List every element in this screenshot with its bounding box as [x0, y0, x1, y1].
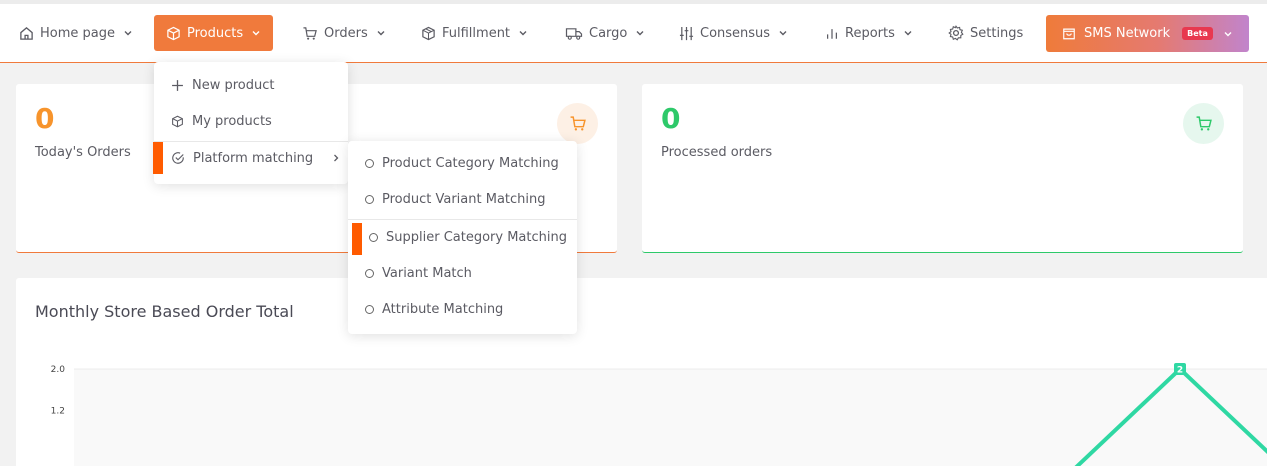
- submenu-item-product-category-matching[interactable]: Product Category Matching: [365, 154, 559, 172]
- codesandbox-icon: [422, 26, 435, 40]
- nav-fulfillment[interactable]: Fulfillment: [421, 14, 528, 52]
- nav-home-label: Home page: [40, 25, 115, 41]
- plus-icon: [172, 79, 183, 91]
- submenu-label: Product Category Matching: [382, 155, 559, 171]
- menu-item-platform-matching[interactable]: Platform matching: [171, 149, 341, 167]
- processed-orders-label: Processed orders: [661, 145, 773, 160]
- gear-icon: [948, 25, 964, 41]
- chevron-down-icon: [124, 31, 132, 36]
- todays-orders-label: Today's Orders: [35, 145, 131, 160]
- cart-icon: [1183, 103, 1224, 144]
- beta-badge: Beta: [1182, 27, 1213, 40]
- chevron-down-icon: [252, 31, 260, 36]
- processed-orders-card: 0 Processed orders: [642, 84, 1243, 253]
- my-products-label: My products: [192, 113, 272, 129]
- bar-chart-icon: [827, 28, 837, 39]
- circle-icon: [365, 268, 374, 278]
- top-navigation: Home page Products Orders Fulfillment Ca…: [0, 0, 1267, 63]
- circle-icon: [369, 232, 378, 242]
- sms-network-label: SMS Network: [1084, 26, 1171, 41]
- box-icon: [172, 115, 183, 127]
- sms-network-button[interactable]: SMS Network Beta: [1046, 15, 1249, 52]
- chevron-down-icon: [377, 31, 385, 36]
- submenu-item-variant-match[interactable]: Variant Match: [365, 264, 472, 282]
- truck-icon: [565, 27, 583, 40]
- shopping-bag-icon: [1063, 28, 1075, 40]
- submenu-divider: [348, 219, 577, 220]
- nav-products[interactable]: Products: [154, 15, 274, 51]
- submenu-label: Variant Match: [382, 265, 472, 281]
- submenu-item-supplier-category-matching[interactable]: Supplier Category Matching: [369, 228, 567, 246]
- circle-icon: [365, 158, 374, 168]
- sliders-icon: [679, 26, 694, 40]
- y-tick-label: 2.0: [51, 365, 66, 375]
- box-icon: [167, 26, 180, 40]
- chevron-right-icon: [334, 154, 339, 162]
- menu-item-my-products[interactable]: My products: [171, 112, 272, 130]
- nav-products-label: Products: [187, 25, 244, 41]
- chevron-down-icon: [1224, 31, 1232, 36]
- circle-icon: [365, 304, 374, 314]
- svg-text:2: 2: [1177, 366, 1183, 376]
- check-circle-icon: [172, 152, 184, 164]
- submenu-label: Attribute Matching: [382, 301, 504, 317]
- chevron-down-icon: [779, 31, 787, 36]
- products-dropdown-menu: New product My products Platform matchin…: [153, 62, 348, 184]
- submenu-item-attribute-matching[interactable]: Attribute Matching: [365, 300, 503, 318]
- new-product-label: New product: [192, 77, 275, 93]
- chevron-down-icon: [636, 31, 644, 36]
- y-tick-label: 1.2: [51, 407, 65, 417]
- nav-settings[interactable]: Settings: [948, 14, 1023, 52]
- active-marker: [352, 223, 362, 255]
- active-marker: [153, 142, 163, 174]
- nav-orders[interactable]: Orders: [302, 14, 386, 52]
- submenu-label: Supplier Category Matching: [386, 229, 567, 245]
- platform-matching-label: Platform matching: [193, 150, 314, 166]
- chevron-down-icon: [904, 31, 912, 36]
- home-icon: [20, 26, 33, 40]
- nav-consensus[interactable]: Consensus: [679, 14, 788, 52]
- nav-reports[interactable]: Reports: [825, 14, 913, 52]
- nav-cargo[interactable]: Cargo: [565, 14, 645, 52]
- submenu-item-product-variant-matching[interactable]: Product Variant Matching: [365, 190, 546, 208]
- cart-icon: [557, 103, 598, 144]
- menu-item-new-product[interactable]: New product: [171, 76, 275, 94]
- circle-icon: [365, 194, 374, 204]
- todays-orders-value: 0: [35, 102, 55, 135]
- data-point-label: 2: [1174, 363, 1186, 376]
- nav-orders-label: Orders: [324, 25, 368, 41]
- nav-cargo-label: Cargo: [589, 25, 628, 41]
- cart-icon: [303, 26, 317, 40]
- nav-home[interactable]: Home page: [19, 14, 133, 52]
- submenu-label: Product Variant Matching: [382, 191, 546, 207]
- monthly-order-chart-card: Monthly Store Based Order Total 2.0 1.2 2: [16, 278, 1267, 466]
- nav-fulfillment-label: Fulfillment: [442, 25, 511, 41]
- nav-reports-label: Reports: [845, 25, 895, 41]
- order-total-line-chart: 2.0 1.2 2: [51, 363, 1267, 466]
- platform-matching-submenu: Product Category Matching Product Varian…: [348, 141, 577, 334]
- plot-area: [74, 369, 1267, 466]
- nav-consensus-label: Consensus: [700, 25, 771, 41]
- nav-settings-label: Settings: [970, 25, 1024, 41]
- processed-orders-value: 0: [661, 102, 681, 135]
- menu-divider: [154, 141, 348, 142]
- chevron-down-icon: [519, 31, 527, 36]
